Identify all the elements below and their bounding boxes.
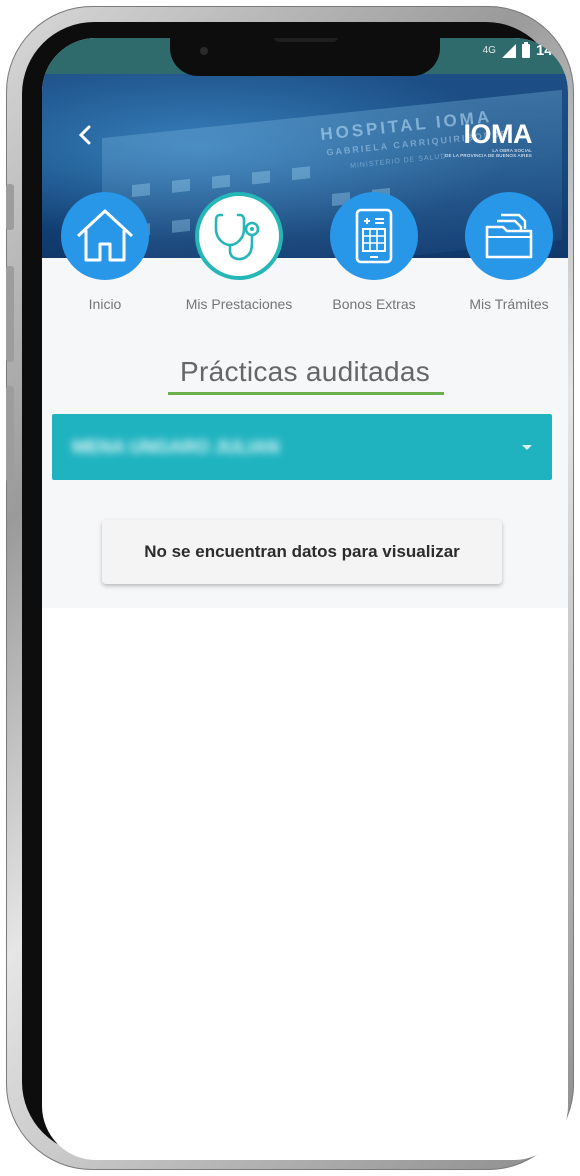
nav-item-mis-tramites[interactable]: Mis Trámites: [444, 192, 568, 312]
empty-state-message: No se encuentran datos para visualizar: [102, 520, 502, 584]
back-button[interactable]: [70, 120, 100, 150]
phone-side-button: [6, 184, 14, 230]
nav-icon-circle: [195, 192, 283, 280]
chevron-left-icon: [78, 125, 91, 145]
logo-brand: IOMA: [463, 119, 533, 149]
phone-side-button: [6, 386, 14, 482]
nav-icon-circle: [465, 192, 553, 280]
network-type: 4G: [482, 45, 496, 56]
logo-subtitle-2: DE LA PROVINCIA DE BUENOS AIRES: [445, 153, 532, 158]
stethoscope-icon: [214, 213, 260, 261]
folder-documents-icon: [485, 213, 533, 259]
status-time: 14:1: [535, 42, 566, 59]
nav-item-bonos-extras[interactable]: Bonos Extras: [309, 192, 439, 312]
home-icon: [76, 209, 134, 262]
nav-label: Mis Trámites: [469, 296, 549, 312]
phone-side-button: [6, 266, 14, 362]
battery-icon: [521, 41, 530, 58]
chevron-down-icon: [522, 444, 532, 450]
nav-label: Inicio: [88, 296, 122, 312]
camera-icon: [200, 47, 208, 55]
main-nav: Inicio Mis Prestaciones Bonos Extras Mis…: [42, 192, 568, 322]
nav-item-inicio[interactable]: Inicio: [42, 192, 170, 312]
app-screen: 4G 14:1 HOSPITAL IOMA GABRIELA CARRIQUIR…: [42, 38, 568, 1160]
title-underline: [168, 392, 444, 395]
affiliate-select[interactable]: MENA UNGARO JULIAN: [52, 414, 552, 480]
page-title: Prácticas auditadas: [179, 356, 431, 387]
nav-item-mis-prestaciones[interactable]: Mis Prestaciones: [174, 192, 304, 312]
ioma-logo: IOMA LA OBRA SOCIAL DE LA PROVINCIA DE B…: [445, 120, 532, 158]
tablet-calculator-icon: [355, 208, 393, 264]
nav-label: Mis Prestaciones: [185, 296, 293, 312]
status-indicators: 4G 14:1: [482, 41, 566, 59]
phone-notch: [170, 38, 440, 76]
signal-icon: [501, 43, 516, 58]
nav-icon-circle: [330, 192, 418, 280]
nav-label: Bonos Extras: [332, 296, 416, 312]
nav-icon-circle: [61, 192, 149, 280]
affiliate-select-value: MENA UNGARO JULIAN: [72, 436, 280, 457]
speaker-grille: [274, 38, 338, 42]
